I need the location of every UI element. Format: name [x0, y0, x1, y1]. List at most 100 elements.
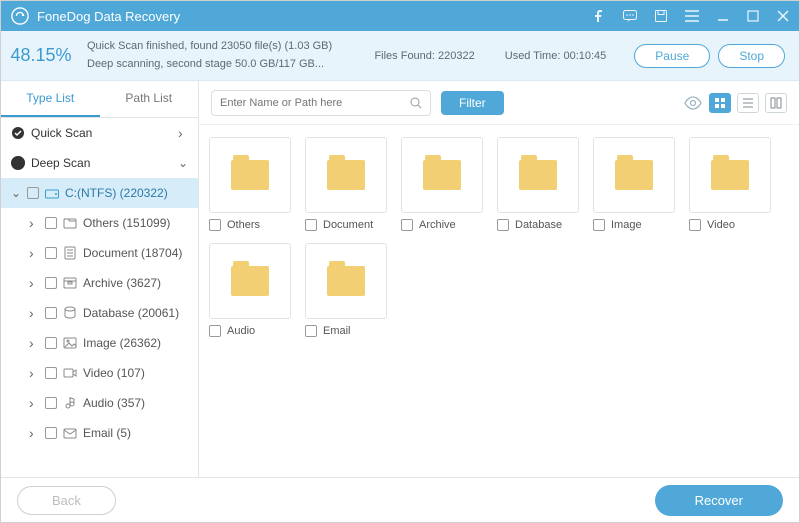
- folder-card-archive[interactable]: Archive: [401, 137, 483, 231]
- close-icon[interactable]: [777, 10, 789, 22]
- checkbox[interactable]: [45, 337, 57, 349]
- folder-card-email[interactable]: Email: [305, 243, 387, 337]
- checkbox[interactable]: [305, 325, 317, 337]
- tree-item-database[interactable]: Database (20061): [1, 298, 198, 328]
- folder-label: Audio: [227, 325, 255, 337]
- status-bar: 48.15% Quick Scan finished, found 23050 …: [1, 31, 799, 81]
- tree: Quick Scan Deep Scan C:(NTFS) (220322) O…: [1, 118, 198, 477]
- tree-label: Video (107): [83, 366, 145, 380]
- tree-label: Email (5): [83, 426, 131, 440]
- tree-deep-scan[interactable]: Deep Scan: [1, 148, 198, 178]
- folder-label: Document: [323, 219, 373, 231]
- view-controls: [683, 93, 787, 113]
- eye-icon[interactable]: [683, 96, 703, 110]
- minimize-icon[interactable]: [717, 10, 729, 22]
- folder-card-image[interactable]: Image: [593, 137, 675, 231]
- checkbox[interactable]: [593, 219, 605, 231]
- search-box[interactable]: [211, 90, 431, 116]
- folder-icon: [423, 160, 461, 190]
- view-detail-icon[interactable]: [765, 93, 787, 113]
- chevron-right-icon: [178, 125, 188, 141]
- folder-label: Email: [323, 325, 351, 337]
- back-button[interactable]: Back: [17, 486, 116, 515]
- tree-item-audio[interactable]: Audio (357): [1, 388, 198, 418]
- archive-icon: [63, 276, 77, 290]
- folder-label: Database: [515, 219, 562, 231]
- checkbox[interactable]: [401, 219, 413, 231]
- folder-thumb: [497, 137, 579, 213]
- checkbox[interactable]: [209, 219, 221, 231]
- folder-card-document[interactable]: Document: [305, 137, 387, 231]
- checkbox[interactable]: [45, 367, 57, 379]
- folder-card-others[interactable]: Others: [209, 137, 291, 231]
- checkbox[interactable]: [45, 307, 57, 319]
- folder-label: Video: [707, 219, 735, 231]
- tab-type-list[interactable]: Type List: [1, 81, 100, 117]
- main-area: Type List Path List Quick Scan Deep Scan…: [1, 81, 799, 477]
- checkbox[interactable]: [45, 397, 57, 409]
- menu-icon[interactable]: [685, 10, 699, 22]
- checkbox[interactable]: [209, 325, 221, 337]
- checkbox[interactable]: [27, 187, 39, 199]
- tree-quick-scan[interactable]: Quick Scan: [1, 118, 198, 148]
- app-logo-icon: [11, 7, 29, 25]
- tree-item-image[interactable]: Image (26362): [1, 328, 198, 358]
- view-list-icon[interactable]: [737, 93, 759, 113]
- checkbox[interactable]: [497, 219, 509, 231]
- used-time-value: 00:10:45: [563, 50, 606, 62]
- scan-line1: Quick Scan finished, found 23050 file(s)…: [87, 38, 368, 56]
- folder-thumb: [305, 243, 387, 319]
- filter-button[interactable]: Filter: [441, 91, 504, 115]
- checkbox[interactable]: [689, 219, 701, 231]
- checkbox[interactable]: [45, 277, 57, 289]
- folder-thumb: [305, 137, 387, 213]
- search-input[interactable]: [220, 97, 410, 109]
- tree-label: Audio (357): [83, 396, 145, 410]
- tree-label: Quick Scan: [31, 126, 172, 140]
- toolbar: Filter: [199, 81, 799, 125]
- window-controls: [593, 10, 789, 22]
- tree-drive[interactable]: C:(NTFS) (220322): [1, 178, 198, 208]
- folder-card-database[interactable]: Database: [497, 137, 579, 231]
- folder-card-video[interactable]: Video: [689, 137, 771, 231]
- chevron-down-icon: [178, 156, 188, 170]
- feedback-icon[interactable]: [623, 10, 637, 22]
- folder-icon: [327, 160, 365, 190]
- folder-icon: [519, 160, 557, 190]
- folder-icon: [231, 266, 269, 296]
- stop-button[interactable]: Stop: [718, 44, 785, 68]
- chevron-right-icon: [29, 215, 39, 231]
- checkbox[interactable]: [305, 219, 317, 231]
- scan-info: Quick Scan finished, found 23050 file(s)…: [81, 38, 374, 73]
- recover-button[interactable]: Recover: [655, 485, 783, 516]
- maximize-icon[interactable]: [747, 10, 759, 22]
- folder-label: Others: [227, 219, 260, 231]
- folder-label: Archive: [419, 219, 456, 231]
- tree-label: Document (18704): [83, 246, 182, 260]
- folder-icon: [327, 266, 365, 296]
- scan-line2: Deep scanning, second stage 50.0 GB/117 …: [87, 56, 368, 74]
- tree-item-others[interactable]: Others (151099): [1, 208, 198, 238]
- save-icon[interactable]: [655, 10, 667, 22]
- checkbox[interactable]: [45, 427, 57, 439]
- check-circle-icon: [11, 126, 25, 140]
- pause-button[interactable]: Pause: [634, 44, 710, 68]
- files-found-label: Files Found:: [374, 50, 435, 62]
- email-icon: [63, 426, 77, 440]
- others-icon: [63, 216, 77, 230]
- database-icon: [63, 306, 77, 320]
- tree-item-archive[interactable]: Archive (3627): [1, 268, 198, 298]
- search-icon[interactable]: [410, 97, 422, 109]
- tree-item-video[interactable]: Video (107): [1, 358, 198, 388]
- checkbox[interactable]: [45, 247, 57, 259]
- tree-item-email[interactable]: Email (5): [1, 418, 198, 448]
- document-icon: [63, 246, 77, 260]
- checkbox[interactable]: [45, 217, 57, 229]
- facebook-icon[interactable]: [593, 10, 605, 22]
- tree-item-document[interactable]: Document (18704): [1, 238, 198, 268]
- chevron-right-icon: [29, 395, 39, 411]
- folder-icon: [615, 160, 653, 190]
- view-grid-icon[interactable]: [709, 93, 731, 113]
- tab-path-list[interactable]: Path List: [100, 81, 199, 117]
- folder-card-audio[interactable]: Audio: [209, 243, 291, 337]
